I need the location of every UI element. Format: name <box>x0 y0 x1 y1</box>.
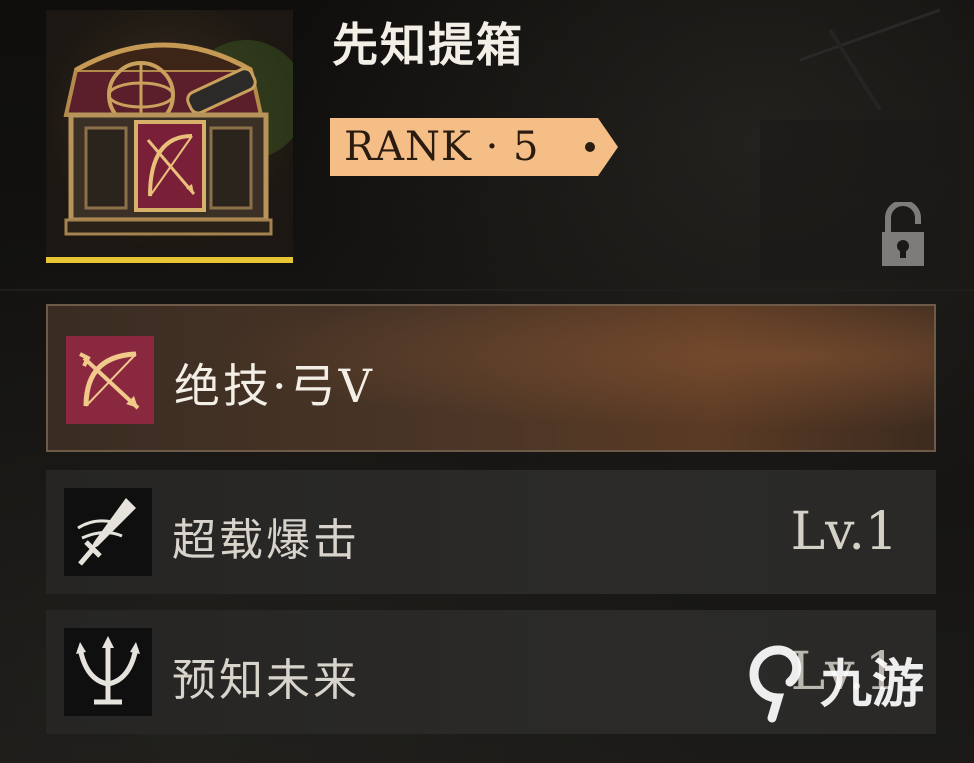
skill-row[interactable]: 超载爆击 Lv.1 <box>46 470 936 594</box>
treasure-chest-icon <box>63 40 293 236</box>
item-title: 先知提箱 <box>332 18 524 72</box>
skill-row-main[interactable]: 绝技·弓V <box>46 304 936 452</box>
skill-name: 超载爆击 <box>172 515 360 566</box>
rank-label: RANK · 5 <box>344 124 540 170</box>
watermark-text: 九游 <box>820 655 924 715</box>
skill-level: Lv.1 <box>790 502 898 562</box>
skill-name: 绝技·弓V <box>174 359 375 413</box>
sword-slash-icon <box>64 488 152 576</box>
jiuyou-logo-icon <box>749 645 802 723</box>
trident-icon <box>64 628 152 716</box>
rank-badge: RANK · 5 <box>330 118 618 176</box>
bow-icon <box>66 336 154 424</box>
watermark-logo: 九游 <box>738 640 944 724</box>
skill-name: 预知未来 <box>172 655 360 706</box>
lock-icon[interactable] <box>880 200 926 268</box>
item-image <box>46 10 293 263</box>
